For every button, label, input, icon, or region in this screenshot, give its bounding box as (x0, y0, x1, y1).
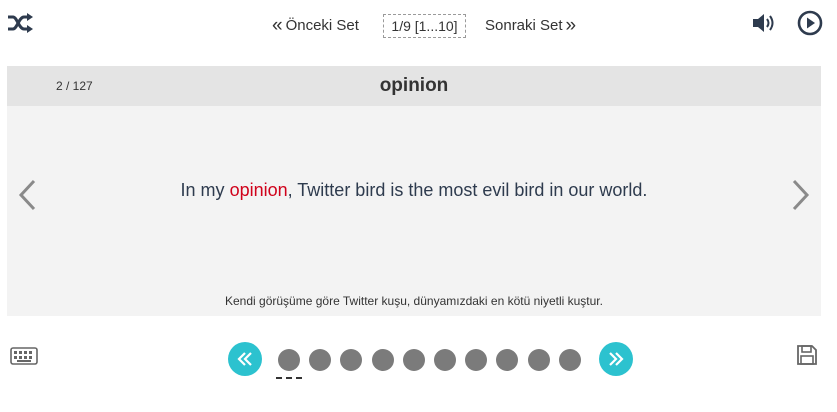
pager-dot[interactable] (340, 349, 363, 371)
chevron-right-icon (792, 179, 810, 211)
pager-dot[interactable] (527, 349, 550, 371)
keyboard-icon[interactable] (10, 346, 38, 366)
pager-dot[interactable] (465, 349, 488, 371)
top-toolbar: « Önceki Set 1/9 [1...10] Sonraki Set » (0, 0, 837, 52)
card-pager (276, 349, 590, 379)
sentence-translation: Kendi görüşüme göre Twitter kuşu, dünyam… (225, 294, 603, 308)
pager-dot[interactable] (433, 349, 456, 371)
flashcard: 2 / 127 opinion In my opinion, Twitter b… (7, 66, 821, 316)
previous-set-label: Önceki Set (285, 17, 359, 34)
next-set-label: Sonraki Set (485, 17, 563, 34)
first-card-button[interactable] (228, 342, 262, 376)
bottom-bar (0, 330, 837, 390)
card-word: opinion (379, 75, 449, 96)
sentence-highlight: opinion (229, 180, 288, 200)
pager-dot[interactable] (496, 349, 519, 371)
set-navigation: « Önceki Set 1/9 [1...10] Sonraki Set » (0, 14, 837, 40)
pager-dot[interactable] (276, 349, 302, 379)
sentence-before: In my (180, 180, 230, 200)
next-card-button[interactable] (789, 178, 813, 212)
last-card-button[interactable] (599, 342, 633, 376)
play-circle-icon[interactable] (797, 10, 823, 36)
pager-dot[interactable] (309, 349, 332, 371)
double-chevron-right-icon (609, 352, 624, 366)
current-set-indicator[interactable]: 1/9 [1...10] (383, 14, 466, 38)
double-chevron-left-icon: « (272, 15, 283, 36)
double-chevron-left-icon (237, 352, 252, 366)
card-header: 2 / 127 opinion (7, 66, 821, 106)
pager-dot[interactable] (371, 349, 394, 371)
speaker-icon[interactable] (750, 11, 778, 35)
double-chevron-right-icon: » (565, 15, 577, 36)
save-icon[interactable] (795, 343, 819, 367)
pager-dot[interactable] (402, 349, 425, 371)
next-set-link[interactable]: Sonraki Set » (485, 16, 576, 35)
previous-set-link[interactable]: « Önceki Set (272, 16, 359, 35)
sentence-after: , Twitter bird is the most evil bird in … (287, 180, 648, 200)
pager-dot[interactable] (558, 349, 581, 371)
example-sentence: In my opinion, Twitter bird is the most … (7, 180, 821, 201)
